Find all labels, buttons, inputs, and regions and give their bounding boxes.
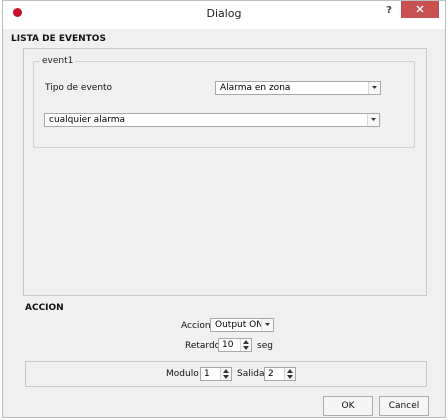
chevron-down-icon[interactable]: [261, 319, 273, 331]
action-value: Output ON: [215, 320, 263, 330]
action-select[interactable]: Output ON: [210, 318, 274, 332]
ok-button[interactable]: OK: [323, 396, 373, 416]
spin-buttons[interactable]: [220, 368, 231, 380]
event-group-title: event1: [40, 56, 76, 66]
spin-up-icon[interactable]: [287, 369, 293, 373]
chevron-down-icon[interactable]: [368, 82, 380, 94]
delay-unit-label: seg: [257, 341, 273, 351]
event-type-select[interactable]: Alarma en zona: [215, 81, 381, 95]
event-type-label: Tipo de evento: [45, 83, 113, 93]
events-section-title: LISTA DE EVENTOS: [11, 34, 106, 44]
spin-down-icon[interactable]: [223, 375, 229, 379]
event-detail-value: cualquier alarma: [49, 115, 126, 125]
spin-buttons[interactable]: [284, 368, 295, 380]
module-output-panel: Modulo 1 Salida 2: [25, 361, 427, 387]
output-value: 2: [268, 369, 274, 379]
title-bar[interactable]: Dialog ?: [3, 1, 445, 29]
event-detail-select[interactable]: cualquier alarma: [44, 113, 380, 127]
spin-up-icon[interactable]: [223, 369, 229, 373]
action-label: Accion: [181, 321, 211, 331]
module-label: Modulo: [166, 369, 199, 379]
delay-value: 10: [222, 340, 234, 350]
delay-spinbox[interactable]: 10: [218, 338, 252, 352]
dialog-window: Dialog ? LISTA DE EVENTOS event1 Tipo de…: [2, 0, 446, 418]
event-type-value: Alarma en zona: [220, 83, 291, 93]
cancel-button[interactable]: Cancel: [379, 396, 429, 416]
event-groupbox: event1 Tipo de evento Alarma en zona cua…: [33, 56, 415, 148]
events-list-panel[interactable]: event1 Tipo de evento Alarma en zona cua…: [23, 48, 427, 296]
spin-down-icon[interactable]: [243, 346, 249, 350]
help-button[interactable]: ?: [379, 3, 399, 19]
close-button[interactable]: [401, 1, 439, 18]
module-value: 1: [204, 369, 210, 379]
chevron-down-icon[interactable]: [367, 114, 379, 126]
action-section-title: ACCION: [25, 303, 64, 313]
spin-down-icon[interactable]: [287, 375, 293, 379]
module-spinbox[interactable]: 1: [200, 367, 232, 381]
spin-up-icon[interactable]: [243, 340, 249, 344]
spin-buttons[interactable]: [240, 339, 251, 351]
output-label: Salida: [237, 369, 265, 379]
close-icon: [416, 5, 424, 13]
output-spinbox[interactable]: 2: [264, 367, 296, 381]
delay-label: Retardo: [185, 341, 221, 351]
